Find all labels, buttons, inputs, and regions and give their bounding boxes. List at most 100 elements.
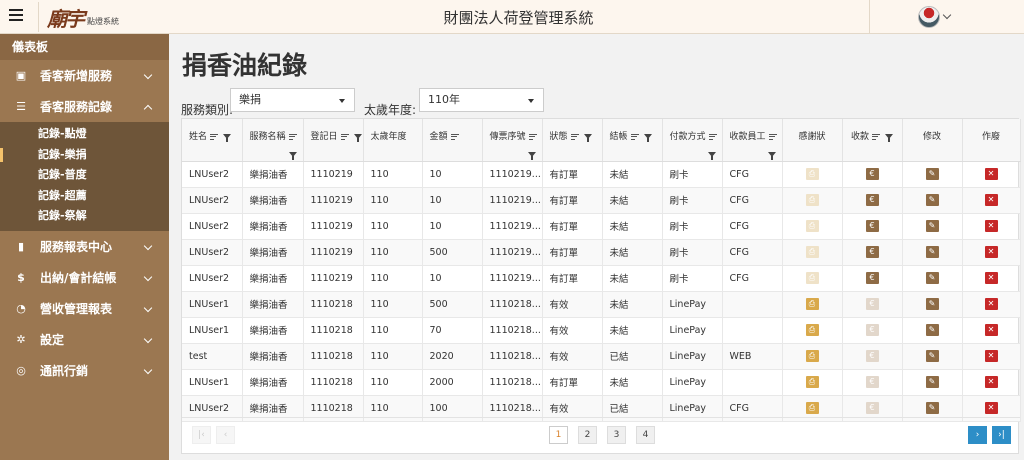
category-select[interactable]: 樂捐 [230,88,355,112]
column-header[interactable]: 狀態 [542,119,603,162]
first-page-button[interactable]: |‹ [192,426,211,444]
delete-icon[interactable]: ✕ [984,350,998,362]
delete-icon[interactable]: ✕ [984,220,998,232]
coin-icon[interactable]: € [865,220,879,232]
column-header[interactable]: 服務名稱 [242,119,304,162]
print-icon[interactable]: ⎙ [805,376,819,388]
sort-icon[interactable] [708,133,717,140]
table-cell: 110 [363,343,423,370]
coin-icon[interactable]: € [865,168,879,180]
column-header[interactable]: 結帳 [602,119,663,162]
delete-icon[interactable]: ✕ [984,402,998,414]
column-header[interactable]: 修改 [902,119,963,162]
print-icon[interactable]: ⎙ [805,298,819,310]
column-header[interactable]: 登記日 [303,119,364,162]
table-cell: 樂捐油香 [242,291,304,318]
sort-icon[interactable] [528,133,537,140]
filter-icon[interactable] [643,134,652,142]
sidebar-subitem[interactable]: 記錄-普度 [0,165,169,186]
sort-icon[interactable] [630,133,639,140]
sort-icon[interactable] [210,133,219,140]
next-page-button[interactable]: › [968,426,987,444]
print-icon[interactable]: ⎙ [805,350,819,362]
broadcast-icon: ◎ [16,363,26,377]
sidebar-dashboard[interactable]: 儀表板 [0,34,169,60]
prev-page-button[interactable]: ‹ [216,426,235,444]
last-page-button[interactable]: ›| [992,426,1011,444]
sidebar-subitem[interactable]: 記錄-祭解 [0,206,169,227]
edit-icon[interactable]: ✎ [925,220,939,232]
filter-icon[interactable] [885,134,893,142]
print-icon[interactable]: ⎙ [805,324,819,336]
void-cell: ✕ [962,317,1021,344]
edit-icon[interactable]: ✎ [925,376,939,388]
coin-icon[interactable]: € [865,194,879,206]
sidebar-item[interactable]: ◔ 營收管理報表 [0,293,169,324]
print-icon: ⎙ [805,168,819,180]
menu-toggle-icon[interactable] [9,9,23,23]
edit-icon[interactable]: ✎ [925,272,939,284]
delete-icon[interactable]: ✕ [984,324,998,336]
logo[interactable]: 廟宇 點燈系統 [38,2,168,32]
sidebar-item[interactable]: ▣ 香客新增服務 [0,60,169,91]
sidebar-subitem[interactable]: 記錄-樂捐 [0,145,169,166]
filter-icon[interactable] [527,151,536,160]
filter-icon[interactable] [707,151,716,160]
column-header[interactable]: 收款 [842,119,903,162]
sort-icon[interactable] [340,133,349,140]
sidebar-item[interactable]: $ 出納/會計結帳 [0,262,169,293]
column-header[interactable]: 太歲年度 [363,119,423,162]
filter-icon[interactable] [223,134,232,142]
delete-icon[interactable]: ✕ [984,168,998,180]
edit-icon[interactable]: ✎ [925,194,939,206]
sidebar-item-label: 通訊行銷 [40,363,89,378]
edit-icon[interactable]: ✎ [925,168,939,180]
delete-icon[interactable]: ✕ [984,298,998,310]
delete-icon[interactable]: ✕ [984,194,998,206]
sidebar-subitem[interactable]: 記錄-超薦 [0,186,169,207]
sort-icon[interactable] [288,133,297,140]
page-number-button[interactable]: 1 [549,426,568,444]
coin-icon[interactable]: € [865,272,879,284]
user-menu[interactable] [869,0,1024,34]
sort-icon[interactable] [872,133,880,140]
page-number-button[interactable]: 2 [578,426,597,444]
delete-icon[interactable]: ✕ [984,272,998,284]
column-header[interactable]: 姓名 [182,119,243,162]
delete-icon[interactable]: ✕ [984,376,998,388]
column-header-label: 結帳 [609,132,628,142]
column-header[interactable]: 作廢 [962,119,1021,162]
sort-icon[interactable] [450,133,459,140]
page-number-button[interactable]: 3 [607,426,626,444]
chevron-down-icon[interactable] [942,10,952,20]
filter-icon[interactable] [767,151,776,160]
sidebar-item[interactable]: ☰ 香客服務記錄 [0,91,169,122]
table-row: LNUser2 樂捐油香 1110219 110 10 1110219... 有訂單 未結 刷卡… [182,187,1021,214]
filter-icon[interactable] [583,134,592,142]
edit-icon[interactable]: ✎ [925,324,939,336]
sidebar-item[interactable]: ▮ 服務報表中心 [0,231,169,262]
delete-icon[interactable]: ✕ [984,246,998,258]
coin-icon[interactable]: € [865,246,879,258]
page-number-button[interactable]: 4 [636,426,655,444]
column-header[interactable]: 傳票序號 [482,119,543,162]
edit-icon[interactable]: ✎ [925,350,939,362]
logo-text: 點燈系統 [87,16,119,26]
sidebar-item[interactable]: ◎ 通訊行銷 [0,355,169,386]
column-header[interactable]: 感謝狀 [782,119,843,162]
avatar[interactable] [918,6,940,28]
year-select[interactable]: 110年 [419,88,544,112]
edit-icon[interactable]: ✎ [925,246,939,258]
column-header[interactable]: 付款方式 [662,119,723,162]
sidebar-subitem[interactable]: 記錄-點燈 [0,124,169,145]
column-header[interactable]: 金額 [422,119,483,162]
edit-icon[interactable]: ✎ [925,298,939,310]
sort-icon[interactable] [768,133,777,140]
edit-icon[interactable]: ✎ [925,402,939,414]
filter-icon[interactable] [353,134,362,142]
sort-icon[interactable] [570,133,579,140]
filter-icon[interactable] [288,151,297,160]
column-header[interactable]: 收款員工 [722,119,783,162]
print-icon[interactable]: ⎙ [805,402,819,414]
sidebar-item[interactable]: ✲ 設定 [0,324,169,355]
